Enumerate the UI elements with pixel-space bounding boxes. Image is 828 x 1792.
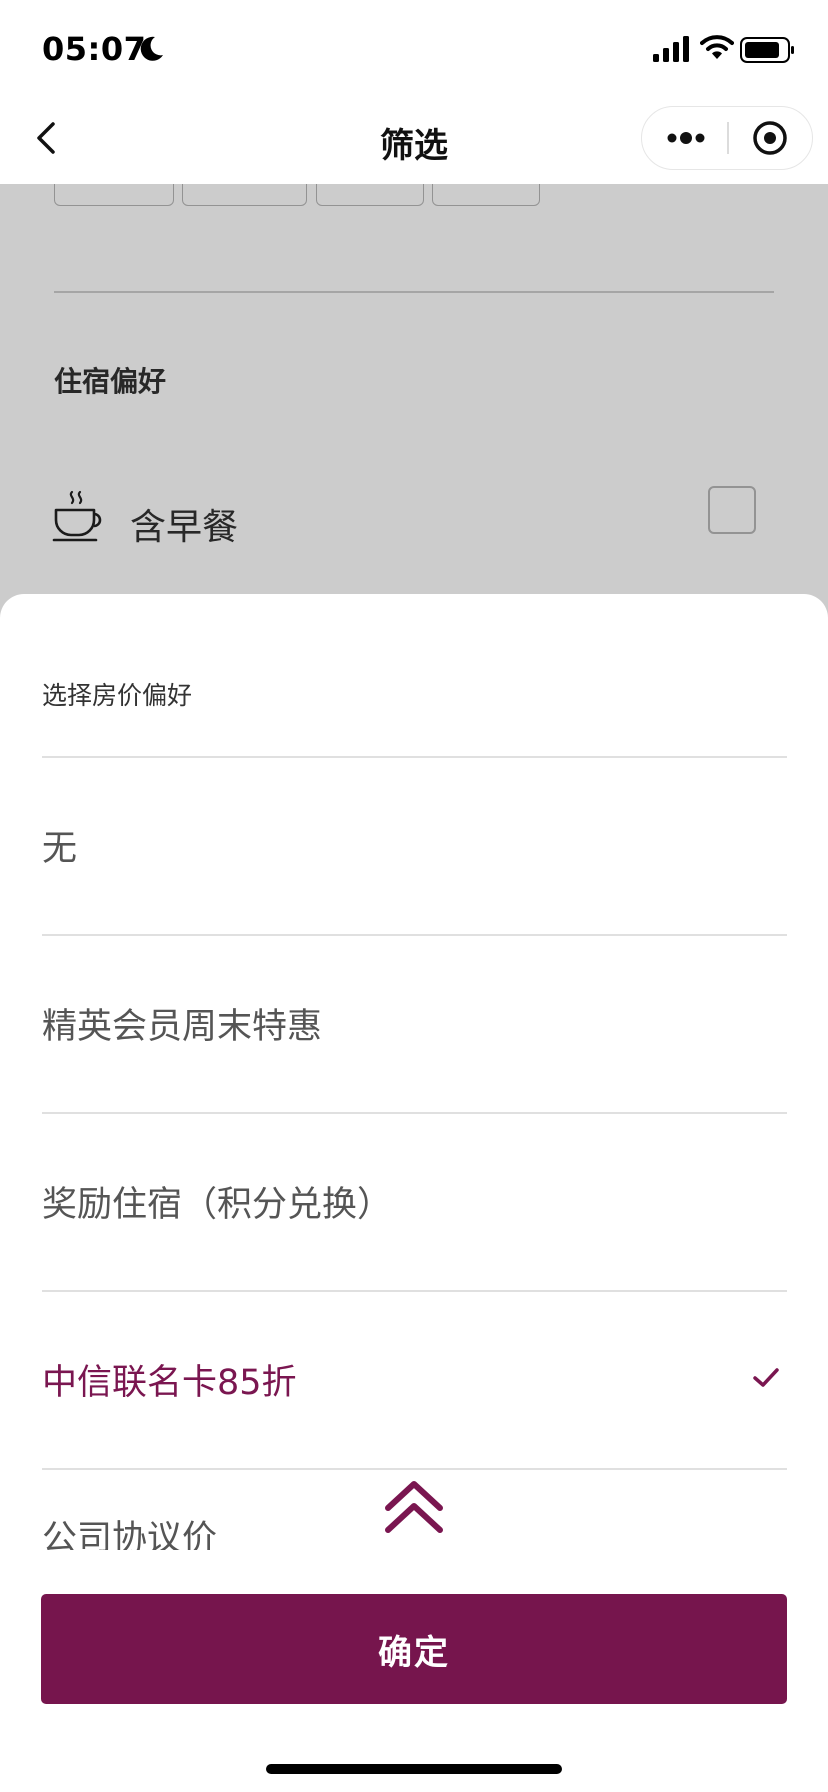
menu-capsule bbox=[641, 106, 813, 170]
status-time: 05:07 bbox=[42, 30, 147, 68]
option-row-reward-stay[interactable]: 奖励住宿（积分兑换） bbox=[0, 1114, 828, 1290]
home-indicator bbox=[266, 1764, 562, 1774]
option-row-citic-card[interactable]: 中信联名卡85折 bbox=[0, 1292, 828, 1468]
double-chevron-up-icon bbox=[385, 1481, 443, 1533]
option-label: 无 bbox=[42, 829, 78, 869]
more-icon bbox=[667, 132, 705, 144]
sheet-title: 选择房价偏好 bbox=[42, 681, 193, 710]
check-icon bbox=[753, 1368, 779, 1387]
more-button[interactable] bbox=[642, 107, 728, 169]
wifi-icon bbox=[700, 35, 734, 59]
option-row-elite-weekend[interactable]: 精英会员周末特惠 bbox=[0, 936, 828, 1112]
close-miniprogram-button[interactable] bbox=[728, 107, 812, 169]
option-label: 精英会员周末特惠 bbox=[42, 1007, 323, 1047]
option-row-none[interactable]: 无 bbox=[0, 758, 828, 934]
option-label: 中信联名卡85折 bbox=[42, 1363, 297, 1403]
moon-icon bbox=[140, 36, 163, 61]
rate-preference-sheet: 选择房价偏好 无 精英会员周末特惠 奖励住宿（积分兑换） 中信联名卡85折 公司… bbox=[0, 594, 828, 1792]
status-bar: 05:07 bbox=[0, 0, 828, 96]
confirm-button[interactable]: 确定 bbox=[41, 1594, 787, 1704]
option-label: 奖励住宿（积分兑换） bbox=[42, 1185, 393, 1225]
signal-icon bbox=[653, 36, 689, 62]
collapse-toggle[interactable] bbox=[378, 1476, 450, 1540]
option-label: 公司协议价 bbox=[42, 1519, 218, 1550]
close-target-icon bbox=[753, 121, 787, 155]
battery-icon bbox=[740, 37, 794, 63]
nav-bar: 筛选 bbox=[0, 96, 828, 184]
